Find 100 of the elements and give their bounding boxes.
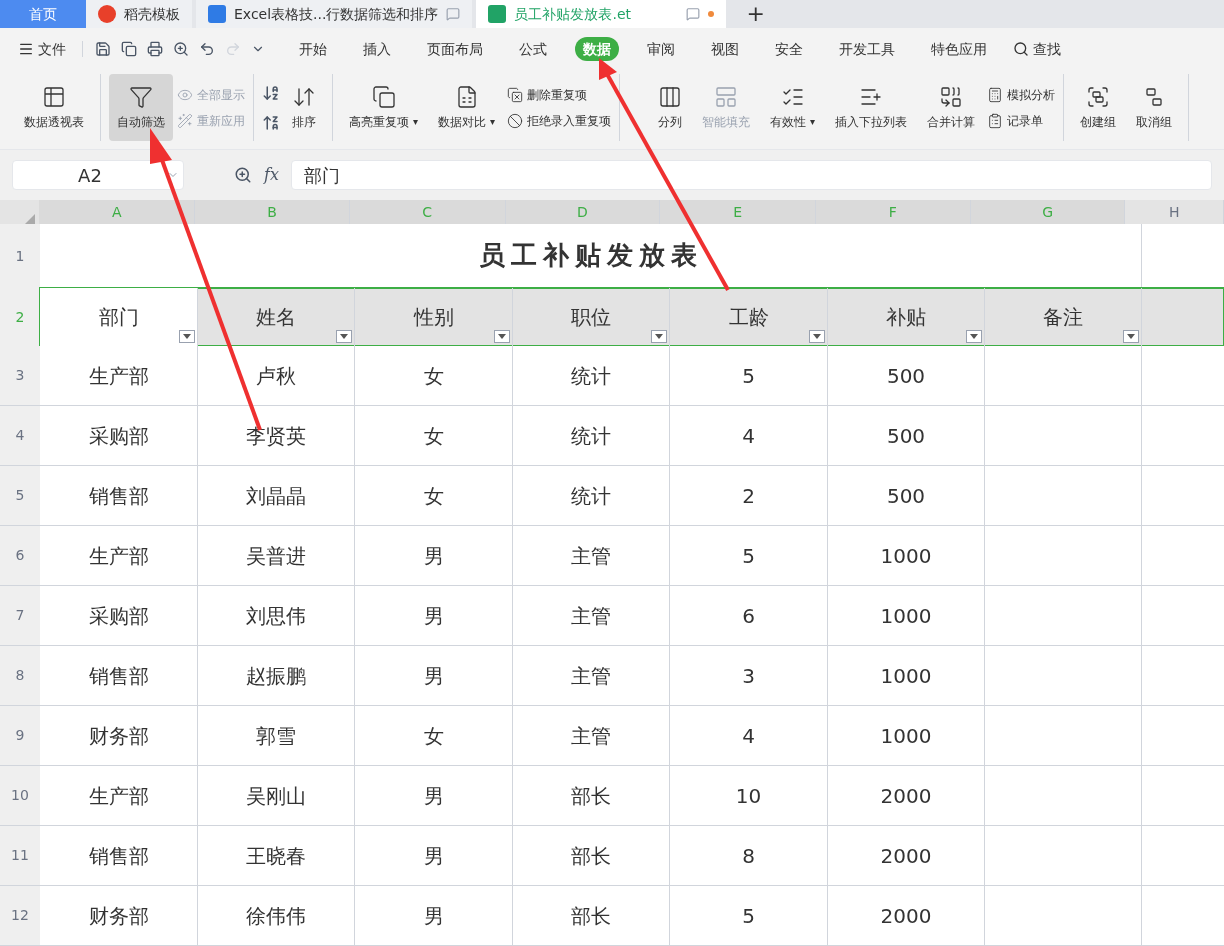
ribbon-tab[interactable]: 审阅 <box>639 37 683 61</box>
ribbon-icon <box>658 84 682 109</box>
row-header[interactable]: 12 <box>0 886 40 946</box>
ribbon-icon <box>987 112 1004 129</box>
filter-dropdown-button[interactable] <box>651 330 667 343</box>
ribbon-button[interactable]: 排序 <box>284 74 324 141</box>
table-cell: 男 <box>355 646 513 706</box>
column-heading: 备注 <box>1043 304 1083 331</box>
function-label[interactable]: fx <box>264 163 279 187</box>
column-heading: 补贴 <box>886 304 926 331</box>
zoom-icon[interactable] <box>234 166 252 184</box>
name-box[interactable]: A2 <box>12 160 184 190</box>
ribbon-icon <box>987 86 1004 103</box>
table-cell: 主管 <box>513 586 670 646</box>
table-cell: 男 <box>355 886 513 946</box>
sort-ascending-icon[interactable] <box>262 83 280 102</box>
ribbon-icon <box>1086 84 1111 109</box>
filter-dropdown-button[interactable] <box>966 330 982 343</box>
row-header[interactable]: 7 <box>0 586 40 646</box>
table-cell: 刘思伟 <box>198 586 355 646</box>
ribbon-button[interactable]: 数据对比 ▾ <box>430 74 504 141</box>
ribbon-button[interactable]: 创建组 <box>1072 74 1125 141</box>
table-cell: 女 <box>355 706 513 766</box>
table-cell: 徐伟伟 <box>198 886 355 946</box>
table-cell: 郭雪 <box>198 706 355 766</box>
search-button[interactable]: 查找 <box>1013 38 1061 60</box>
ribbon-tab[interactable]: 开始 <box>291 37 335 61</box>
save-icon[interactable] <box>95 41 111 57</box>
dropdown-caret: ▾ <box>490 115 496 129</box>
print-icon[interactable] <box>147 41 163 57</box>
table-cell: 生产部 <box>40 526 198 586</box>
table-cell: 王晓春 <box>198 826 355 886</box>
undo-icon[interactable] <box>199 41 215 57</box>
row-header[interactable]: 4 <box>0 406 40 466</box>
row-header[interactable]: 8 <box>0 646 40 706</box>
table-cell: 刘晶晶 <box>198 466 355 526</box>
filter-dropdown-button[interactable] <box>494 330 510 343</box>
sort-descending-icon[interactable] <box>262 113 280 132</box>
ribbon-tab[interactable]: 公式 <box>511 37 555 61</box>
row-header[interactable]: 9 <box>0 706 40 766</box>
preview-icon[interactable] <box>173 41 189 57</box>
ribbon-tab[interactable]: 开发工具 <box>831 37 903 61</box>
table-cell: 男 <box>355 526 513 586</box>
column-heading: 姓名 <box>256 304 296 331</box>
table-cell: 500 <box>828 406 985 466</box>
table-cell: 男 <box>355 826 513 886</box>
ribbon-small-button[interactable]: 拒绝录入重复项 <box>507 111 612 130</box>
table-cell: 财务部 <box>40 886 198 946</box>
ribbon-button[interactable]: 数据透视表 <box>16 74 92 141</box>
table-cell: 2000 <box>828 826 985 886</box>
row-header[interactable]: 11 <box>0 826 40 886</box>
dropdown-caret: ▾ <box>413 115 419 129</box>
filter-dropdown-button[interactable] <box>809 330 825 343</box>
ribbon-icon <box>177 112 193 129</box>
spreadsheet-icon <box>488 5 507 23</box>
filter-dropdown-button[interactable] <box>179 330 195 343</box>
ribbon-button[interactable]: 插入下拉列表 <box>827 74 916 141</box>
table-cell: 10 <box>670 766 828 826</box>
formula-field[interactable]: 部门 <box>290 160 1212 190</box>
ribbon-button[interactable]: 有效性 ▾ <box>762 74 824 141</box>
table-cell: 生产部 <box>40 346 198 406</box>
ribbon-small-button[interactable]: 模拟分析 <box>987 85 1056 104</box>
ribbon-button[interactable]: 合并计算 <box>919 74 984 141</box>
ribbon-button[interactable]: 高亮重复项 ▾ <box>341 74 427 141</box>
ribbon-tab[interactable]: 特色应用 <box>923 37 995 61</box>
file-menu[interactable]: 文件 <box>18 38 66 60</box>
ribbon-tab[interactable]: 插入 <box>355 37 399 61</box>
document-tab[interactable]: 稻壳模板 <box>86 0 192 28</box>
table-cell: 2000 <box>828 766 985 826</box>
row-header[interactable]: 3 <box>0 346 40 406</box>
row-header[interactable]: 10 <box>0 766 40 826</box>
ribbon-tab[interactable]: 页面布局 <box>419 37 491 61</box>
ribbon-tab[interactable]: 安全 <box>767 37 811 61</box>
column-heading: 工龄 <box>728 304 769 331</box>
row-header[interactable]: 5 <box>0 466 40 526</box>
table-cell: 女 <box>355 346 513 406</box>
row-header[interactable]: 6 <box>0 526 40 586</box>
column-heading: 性别 <box>413 304 454 331</box>
table-cell: 主管 <box>513 646 670 706</box>
table-cell: 主管 <box>513 526 670 586</box>
table-cell: 赵振鹏 <box>198 646 355 706</box>
table-cell: 采购部 <box>40 586 198 646</box>
filter-dropdown-button[interactable] <box>1123 330 1139 343</box>
filter-dropdown-button[interactable] <box>336 330 352 343</box>
ribbon-tab[interactable]: 视图 <box>703 37 747 61</box>
document-tab[interactable]: Excel表格技...行数据筛选和排序 <box>196 0 473 28</box>
table-cell: 财务部 <box>40 706 198 766</box>
table-cell: 卢秋 <box>198 346 355 406</box>
table-cell: 部长 <box>513 886 670 946</box>
ribbon-small-button[interactable]: 记录单 <box>987 111 1056 130</box>
sheet-title: 员工补贴发放表 <box>40 224 1142 288</box>
copy-icon[interactable] <box>121 41 137 57</box>
ribbon-small-button[interactable]: 删除重复项 <box>507 85 612 104</box>
new-tab-button[interactable]: + <box>730 0 781 28</box>
menu-icon <box>18 41 34 57</box>
ribbon-button[interactable]: 自动筛选 <box>109 74 173 141</box>
ribbon-button[interactable]: 取消组 <box>1128 74 1181 141</box>
row-header[interactable]: 1 <box>0 224 40 288</box>
dropdown-caret: ▾ <box>810 115 816 129</box>
ribbon-button[interactable]: 分列 <box>650 74 690 141</box>
